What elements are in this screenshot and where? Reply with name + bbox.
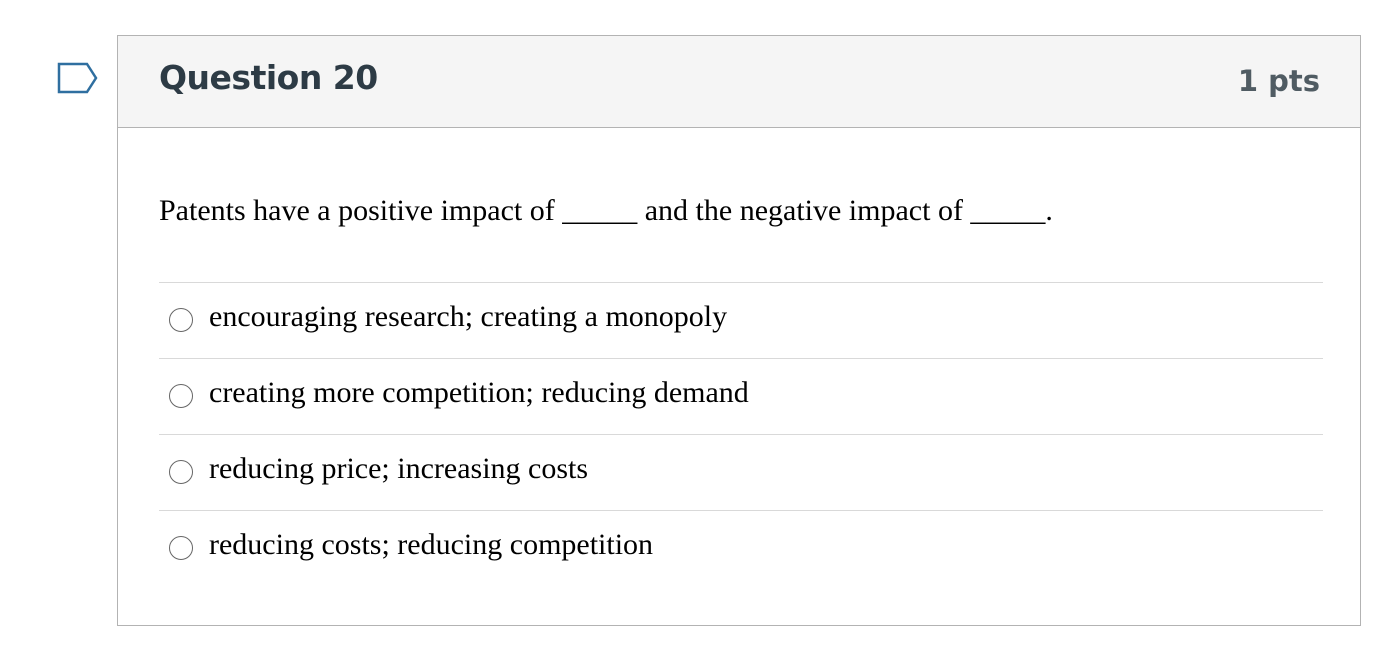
question-points: 1 pts	[1237, 64, 1320, 98]
answer-option[interactable]: creating more competition; reducing dema…	[159, 358, 1323, 434]
answer-option[interactable]: reducing costs; reducing competition	[159, 510, 1323, 586]
question-text: Patents have a positive impact of _____ …	[159, 194, 1053, 227]
flag-question-icon[interactable]	[57, 62, 99, 94]
answer-label: reducing costs; reducing competition	[209, 528, 654, 561]
radio-button[interactable]	[169, 384, 193, 408]
answer-label: encouraging research; creating a monopol…	[209, 300, 728, 333]
radio-button[interactable]	[169, 460, 193, 484]
answer-label: creating more competition; reducing dema…	[209, 376, 749, 409]
question-title: Question 20	[159, 58, 378, 97]
radio-button[interactable]	[169, 308, 193, 332]
answer-option[interactable]: encouraging research; creating a monopol…	[159, 282, 1323, 358]
question-card: Question 20 1 pts Patents have a positiv…	[117, 35, 1361, 626]
answer-list: encouraging research; creating a monopol…	[159, 282, 1323, 586]
answer-label: reducing price; increasing costs	[209, 452, 589, 485]
question-header: Question 20 1 pts	[118, 36, 1360, 128]
answer-option[interactable]: reducing price; increasing costs	[159, 434, 1323, 510]
radio-button[interactable]	[169, 536, 193, 560]
